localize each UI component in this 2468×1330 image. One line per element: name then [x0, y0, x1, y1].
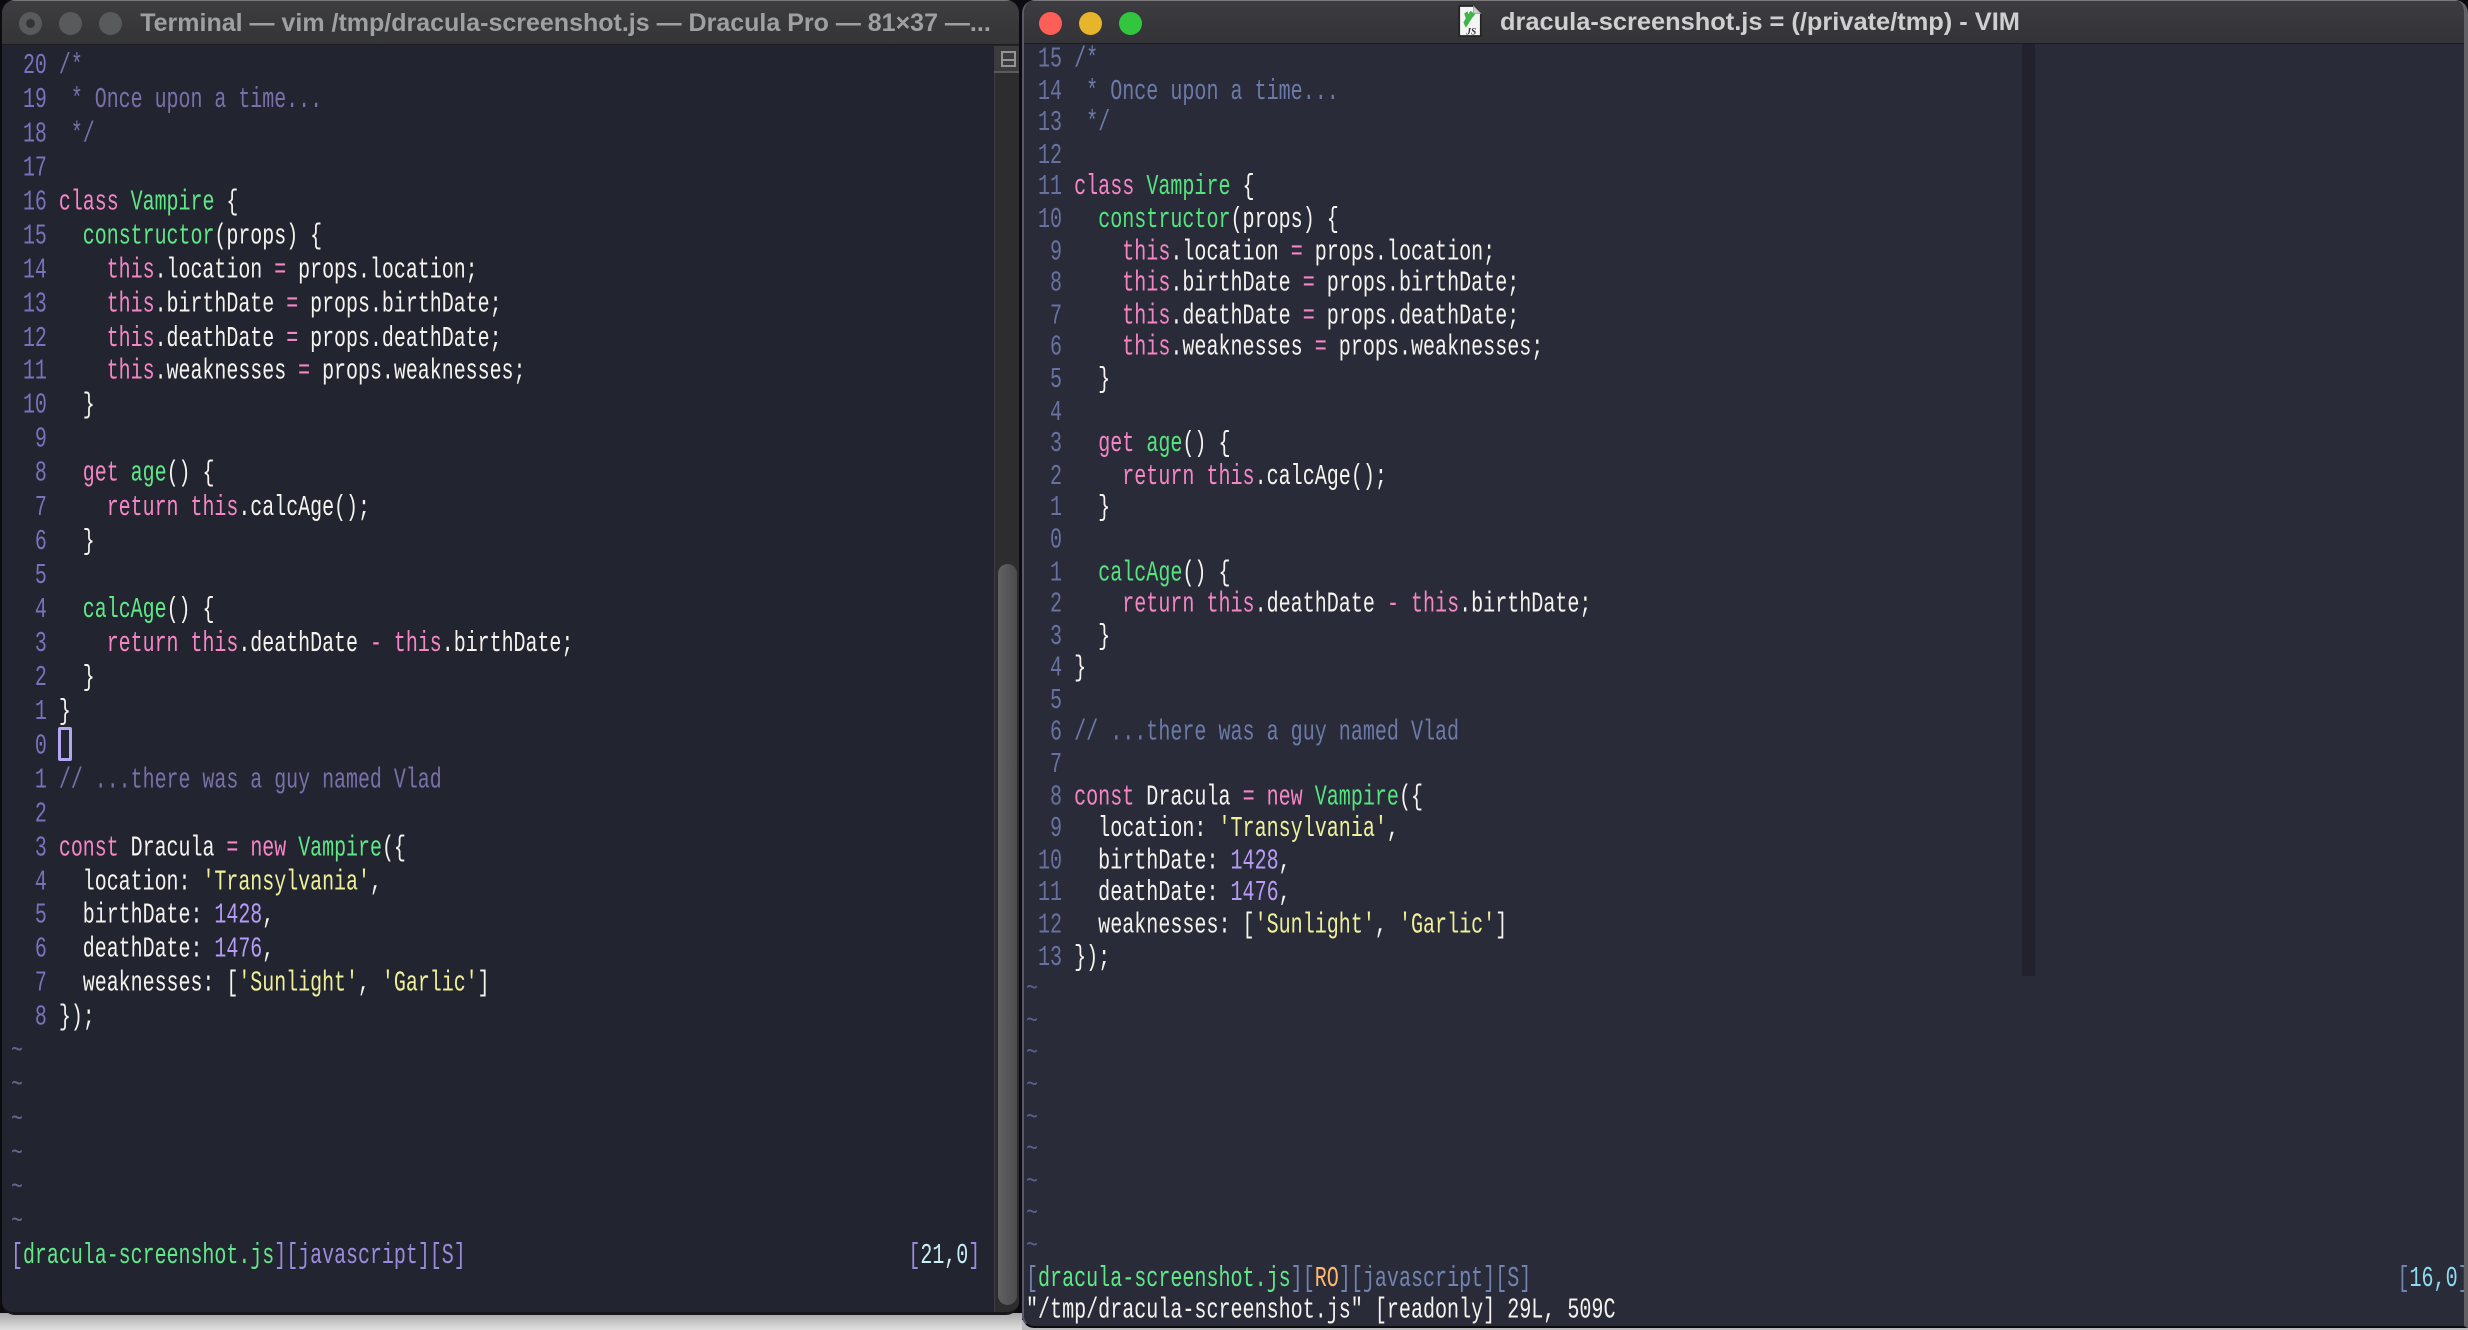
svg-text:JS: JS	[1465, 28, 1476, 38]
